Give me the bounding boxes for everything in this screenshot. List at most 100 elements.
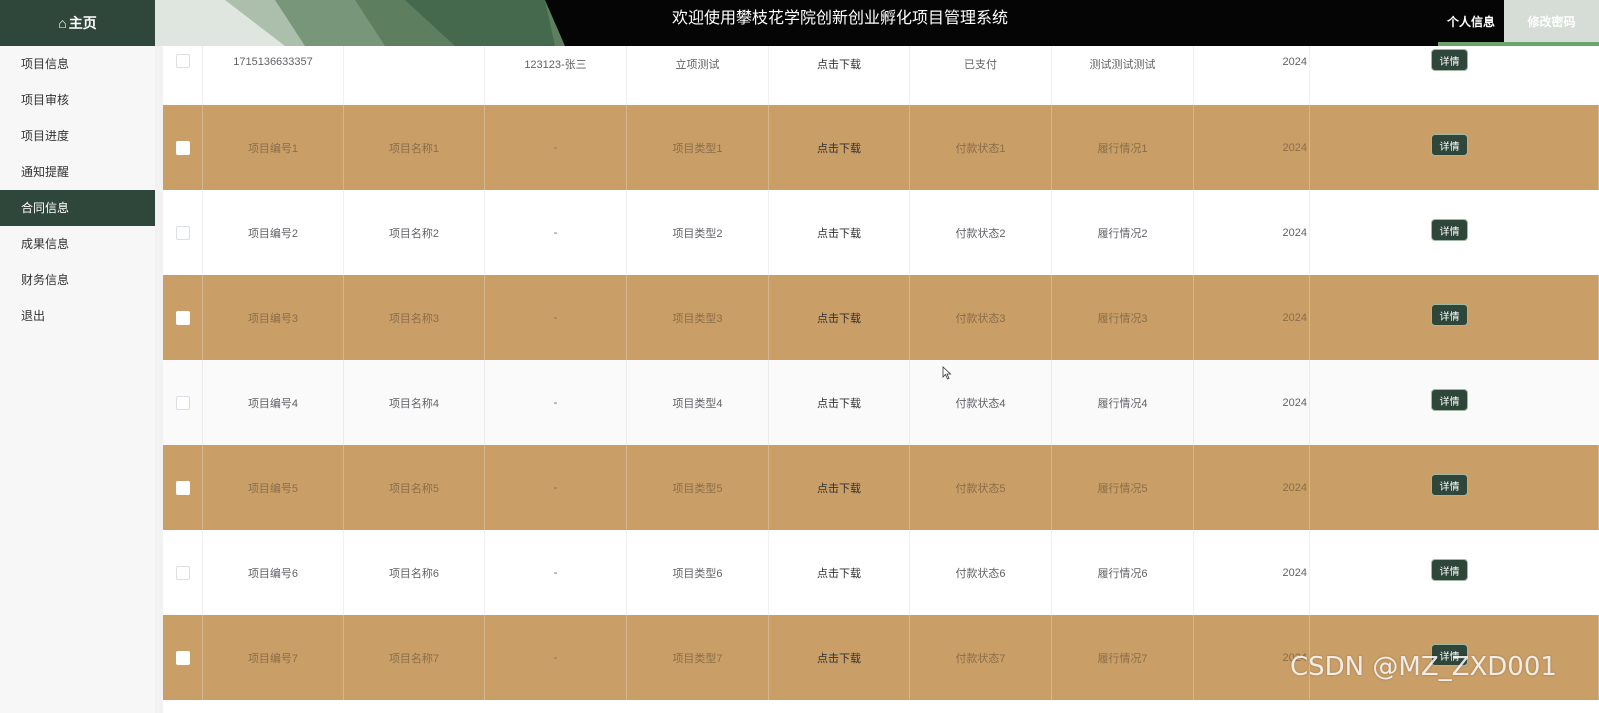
row-checkbox[interactable] <box>175 650 190 665</box>
cell-payment-status: 付款状态3 <box>910 275 1052 360</box>
mouse-cursor-icon <box>942 366 952 380</box>
home-icon: ⌂ <box>58 15 67 31</box>
cell-project-no: 项目编号6 <box>203 530 344 615</box>
cell-project-type: 项目类型2 <box>627 190 769 275</box>
sidebar-item-notifications[interactable]: 通知提醒 <box>0 154 155 190</box>
detail-button[interactable]: 详情 <box>1431 304 1468 326</box>
detail-button[interactable]: 详情 <box>1431 49 1468 71</box>
cell-download-link[interactable]: 点击下载 <box>769 445 910 530</box>
cell-performance: 测试测试测试 <box>1052 46 1194 105</box>
cell-performance: 履行情况4 <box>1052 360 1194 445</box>
row-checkbox-cell <box>163 190 203 275</box>
cell-date: 2024 <box>1194 445 1310 530</box>
cell-download-link[interactable]: 点击下载 <box>769 105 910 190</box>
cell-applicant: - <box>485 530 627 615</box>
cell-performance: 履行情况5 <box>1052 445 1194 530</box>
sidebar-item-project-info[interactable]: 项目信息 <box>0 46 155 82</box>
cell-payment-status: 付款状态6 <box>910 530 1052 615</box>
cell-applicant: - <box>485 360 627 445</box>
cell-performance: 履行情况6 <box>1052 530 1194 615</box>
sidebar: 项目信息 项目审核 项目进度 通知提醒 合同信息 成果信息 财务信息 退出 <box>0 46 155 713</box>
row-checkbox-cell <box>163 360 203 445</box>
row-checkbox-cell <box>163 530 203 615</box>
cell-actions: 详情 <box>1310 445 1599 530</box>
cell-download-link[interactable]: 点击下载 <box>769 46 910 105</box>
detail-button[interactable]: 详情 <box>1431 474 1468 496</box>
sidebar-item-logout[interactable]: 退出 <box>0 298 155 334</box>
cell-performance: 履行情况3 <box>1052 275 1194 360</box>
cell-project-name: 项目名称3 <box>344 275 485 360</box>
cell-actions: 详情 <box>1310 105 1599 190</box>
row-checkbox[interactable] <box>175 565 190 580</box>
row-checkbox[interactable] <box>175 310 190 325</box>
cell-performance: 履行情况1 <box>1052 105 1194 190</box>
cell-project-no: 项目编号7 <box>203 615 344 700</box>
cell-project-no: 项目编号3 <box>203 275 344 360</box>
cell-applicant: - <box>485 615 627 700</box>
cell-performance: 履行情况7 <box>1052 615 1194 700</box>
page-title: 欢迎使用攀枝花学院创新创业孵化项目管理系统 <box>671 10 1008 27</box>
cell-project-name: 项目名称2 <box>344 190 485 275</box>
row-checkbox[interactable] <box>175 395 190 410</box>
tab-change-password[interactable]: 修改密码 <box>1504 0 1599 42</box>
cell-project-type: 项目类型3 <box>627 275 769 360</box>
sidebar-item-project-review[interactable]: 项目审核 <box>0 82 155 118</box>
cell-applicant: - <box>485 105 627 190</box>
table-row: 1715136633357 123123-张三 立项测试 点击下载 已支付 测试… <box>163 46 1599 105</box>
cell-download-link[interactable]: 点击下载 <box>769 190 910 275</box>
detail-button[interactable]: 详情 <box>1431 559 1468 581</box>
cell-date: 2024 <box>1194 46 1310 105</box>
cell-date: 2024 <box>1194 190 1310 275</box>
cell-download-link[interactable]: 点击下载 <box>769 615 910 700</box>
cell-payment-status: 已支付 <box>910 46 1052 105</box>
row-checkbox[interactable] <box>175 140 190 155</box>
cell-project-type: 立项测试 <box>627 46 769 105</box>
cell-project-no: 项目编号5 <box>203 445 344 530</box>
cell-project-no: 项目编号1 <box>203 105 344 190</box>
detail-button[interactable]: 详情 <box>1431 389 1468 411</box>
cell-performance: 履行情况2 <box>1052 190 1194 275</box>
cell-date: 2024 <box>1194 530 1310 615</box>
cell-payment-status: 付款状态2 <box>910 190 1052 275</box>
row-checkbox-cell <box>163 275 203 360</box>
cell-applicant: - <box>485 445 627 530</box>
cell-project-type: 项目类型1 <box>627 105 769 190</box>
cell-payment-status: 付款状态4 <box>910 360 1052 445</box>
home-button[interactable]: ⌂ 主页 <box>0 0 155 46</box>
sidebar-item-project-progress[interactable]: 项目进度 <box>0 118 155 154</box>
cell-project-no: 1715136633357 <box>203 46 344 105</box>
cell-applicant: 123123-张三 <box>485 46 627 105</box>
detail-button[interactable]: 详情 <box>1431 219 1468 241</box>
cell-project-name <box>344 46 485 105</box>
cell-actions: 详情 <box>1310 46 1599 105</box>
sidebar-item-finance[interactable]: 财务信息 <box>0 262 155 298</box>
table-row: 项目编号3 项目名称3 - 项目类型3 点击下载 付款状态3 履行情况3 202… <box>163 275 1599 360</box>
cell-project-name: 项目名称6 <box>344 530 485 615</box>
row-checkbox[interactable] <box>175 54 190 68</box>
row-checkbox[interactable] <box>175 480 190 495</box>
row-checkbox[interactable] <box>175 225 190 240</box>
cell-applicant: - <box>485 190 627 275</box>
detail-button[interactable]: 详情 <box>1431 134 1468 156</box>
home-label: 主页 <box>68 15 97 31</box>
cell-download-link[interactable]: 点击下载 <box>769 360 910 445</box>
table-row: 项目编号1 项目名称1 - 项目类型1 点击下载 付款状态1 履行情况1 202… <box>163 105 1599 190</box>
cell-project-name: 项目名称5 <box>344 445 485 530</box>
sidebar-item-achievements[interactable]: 成果信息 <box>0 226 155 262</box>
cell-payment-status: 付款状态7 <box>910 615 1052 700</box>
cell-download-link[interactable]: 点击下载 <box>769 275 910 360</box>
cell-project-type: 项目类型6 <box>627 530 769 615</box>
cell-actions: 详情 <box>1310 275 1599 360</box>
sidebar-item-contracts[interactable]: 合同信息 <box>0 190 155 226</box>
watermark: CSDN @MZ_ZXD001 <box>1290 652 1557 682</box>
cell-project-name: 项目名称4 <box>344 360 485 445</box>
cell-actions: 详情 <box>1310 360 1599 445</box>
cell-date: 2024 <box>1194 275 1310 360</box>
table-row: 项目编号2 项目名称2 - 项目类型2 点击下载 付款状态2 履行情况2 202… <box>163 190 1599 275</box>
table-row: 项目编号5 项目名称5 - 项目类型5 点击下载 付款状态5 履行情况5 202… <box>163 445 1599 530</box>
cell-payment-status: 付款状态5 <box>910 445 1052 530</box>
cell-applicant: - <box>485 275 627 360</box>
contract-table: 1715136633357 123123-张三 立项测试 点击下载 已支付 测试… <box>163 46 1599 713</box>
cell-download-link[interactable]: 点击下载 <box>769 530 910 615</box>
tab-personal-info[interactable]: 个人信息 <box>1438 0 1504 46</box>
